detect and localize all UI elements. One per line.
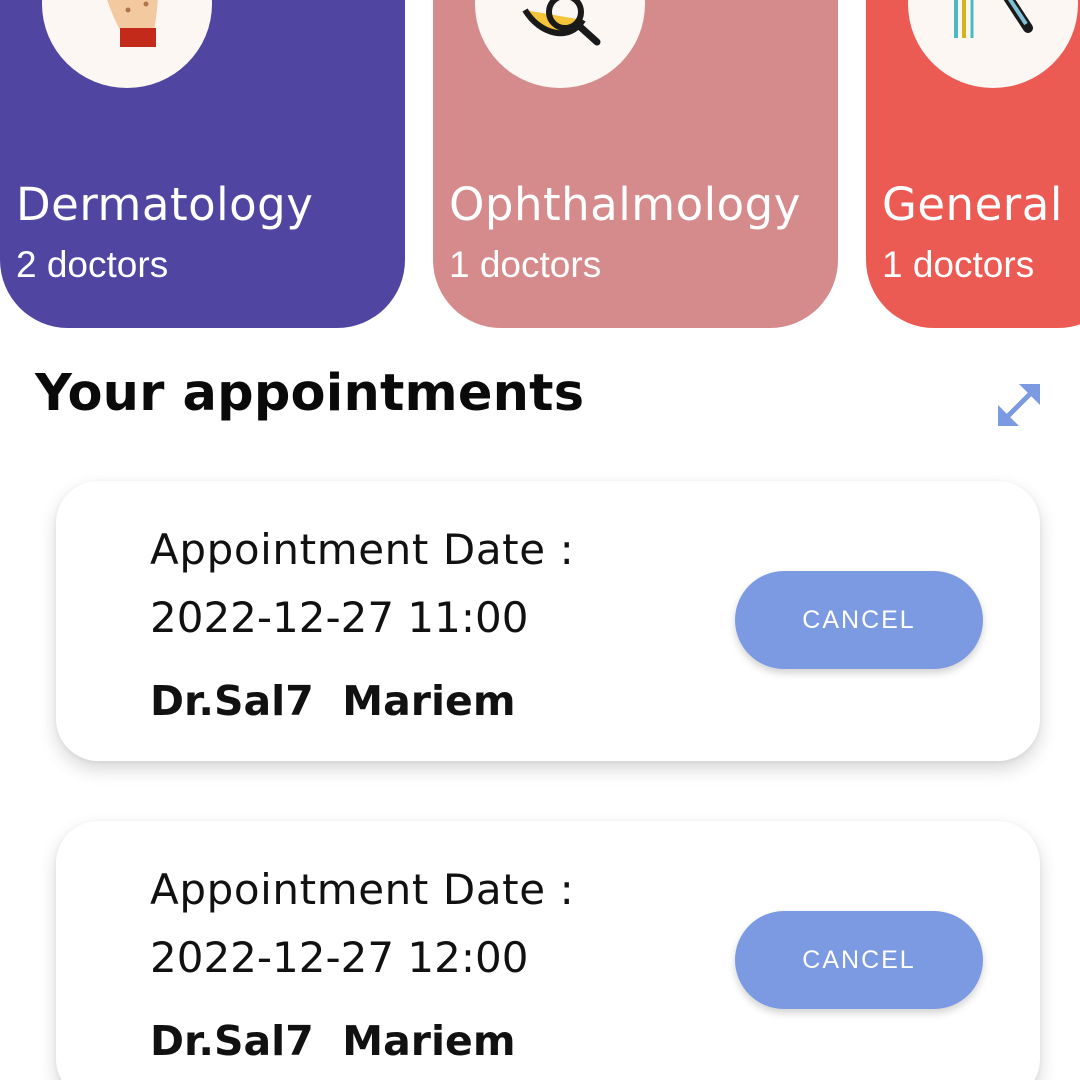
specialty-icon-circle <box>475 0 645 88</box>
expand-icon <box>998 384 1040 426</box>
appointment-date-value: 2022-12-27 11:00 <box>150 593 529 642</box>
expand-button[interactable] <box>992 378 1046 432</box>
appointment-card: Appointment Date : 2022-12-27 11:00 Dr.S… <box>56 481 1040 761</box>
specialty-icon-circle <box>908 0 1078 88</box>
home-screen: Dermatology 2 doctors Ophthalmology 1 do… <box>0 0 1080 1080</box>
specialty-name: Dermatology <box>16 178 314 231</box>
cancel-button[interactable]: CANCEL <box>735 571 983 669</box>
specialty-card-dermatology[interactable]: Dermatology 2 doctors <box>0 0 405 328</box>
hand-skin-icon <box>107 0 158 47</box>
appointment-card: Appointment Date : 2022-12-27 12:00 Dr.S… <box>56 821 1040 1080</box>
appointment-date-label: Appointment Date : <box>150 525 575 574</box>
appointment-date-value: 2022-12-27 12:00 <box>150 933 529 982</box>
appointments-section-title: Your appointments <box>35 364 585 423</box>
specialty-doctor-count: 1 doctors <box>449 244 602 285</box>
specialty-name: General Surgery <box>882 178 1080 231</box>
appointment-doctor-name: Dr.Sal7 Mariem <box>150 1017 516 1065</box>
specialty-card-general-surgery[interactable]: General Surgery 1 doctors <box>866 0 1080 328</box>
surgical-tools-icon <box>954 0 1033 38</box>
specialty-doctor-count: 1 doctors <box>882 244 1035 285</box>
specialty-doctor-count: 2 doctors <box>16 244 169 285</box>
eye-magnifier-icon <box>522 0 601 46</box>
appointment-doctor-name: Dr.Sal7 Mariem <box>150 677 516 725</box>
cancel-button[interactable]: CANCEL <box>735 911 983 1009</box>
specialty-card-ophthalmology[interactable]: Ophthalmology 1 doctors <box>433 0 838 328</box>
specialty-icon-circle <box>42 0 212 88</box>
appointment-date-label: Appointment Date : <box>150 865 575 914</box>
specialty-name: Ophthalmology <box>449 178 801 231</box>
